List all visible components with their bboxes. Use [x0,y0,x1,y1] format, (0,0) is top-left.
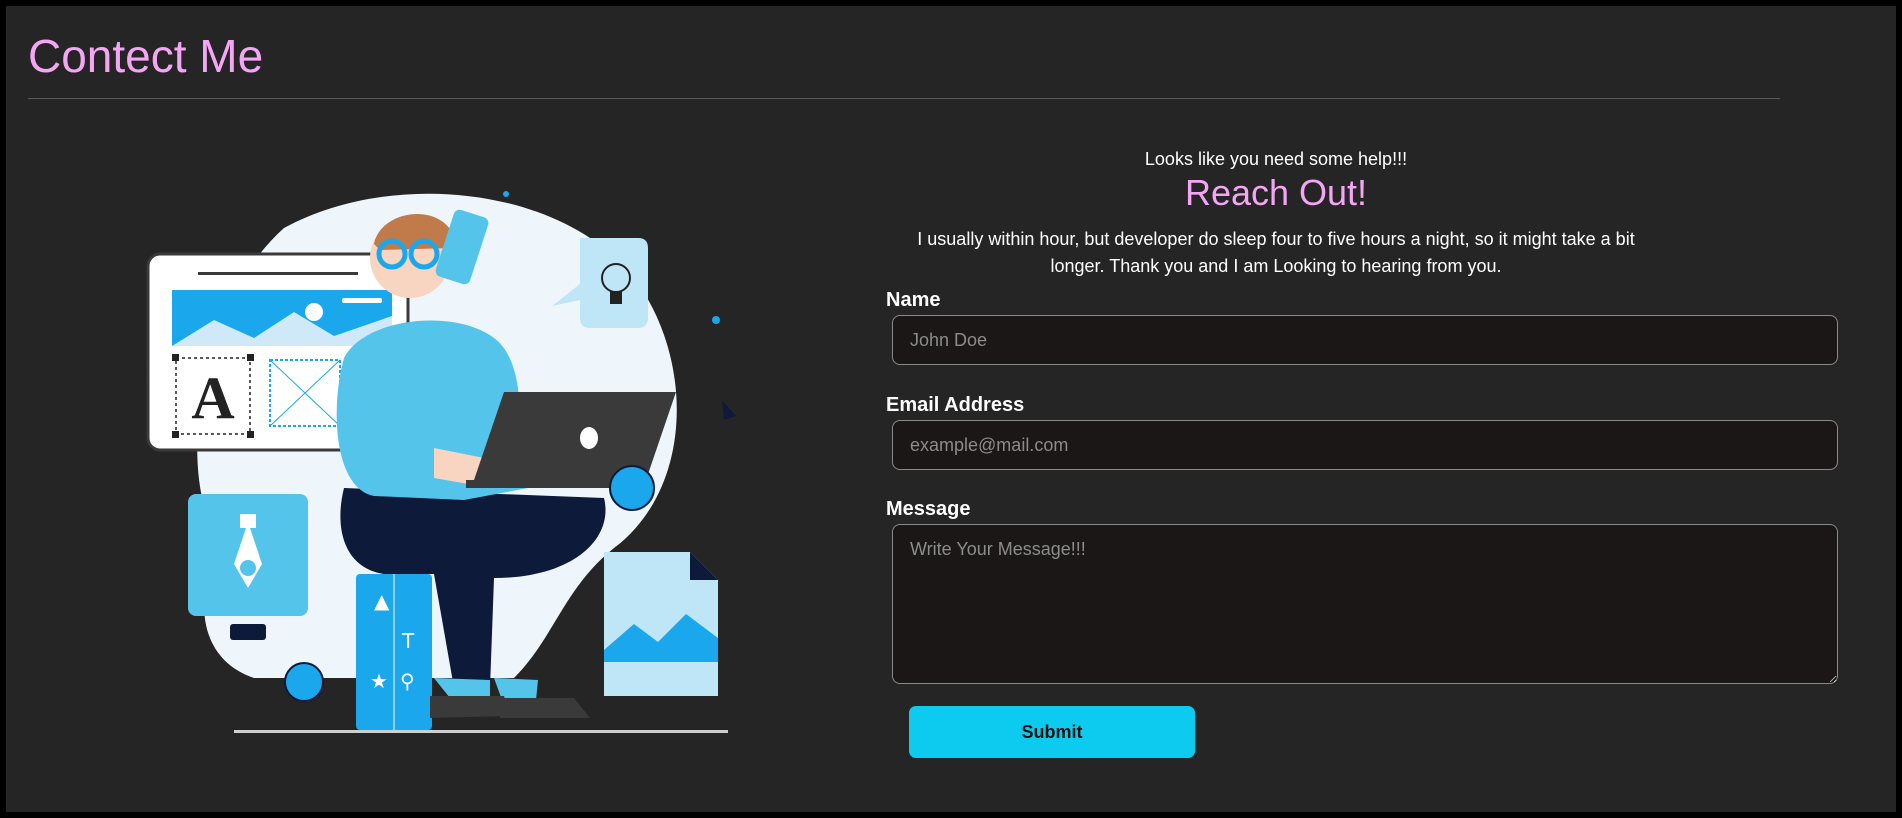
page-title: Contect Me [28,30,264,82]
title-divider [28,98,1780,99]
svg-text:⚲: ⚲ [400,669,415,693]
intro-block: Looks like you need some help!!! Reach O… [886,144,1666,280]
message-label: Message [886,498,971,520]
svg-text:▲: ▲ [374,589,390,613]
intro-note-line-2: longer. Thank you and I am Looking to he… [1050,256,1502,276]
intro-note-line-1: I usually within hour, but developer do … [917,229,1635,249]
contact-section: Contect Me A ▲ T ★ ⚲ Looks like you need… [6,6,1896,812]
laptop [474,392,676,480]
svg-text:★: ★ [370,669,388,693]
email-label: Email Address [886,394,1025,416]
letter-a-glyph: A [191,365,234,431]
intro-note: I usually within hour, but developer do … [886,226,1666,280]
designer-illustration: A ▲ T ★ ⚲ [146,191,736,733]
intro-headline: Reach Out! [1184,172,1368,213]
name-input[interactable] [892,315,1838,365]
submit-button[interactable]: Submit [909,706,1195,758]
message-textarea[interactable] [892,524,1838,684]
intro-tagline: Looks like you need some help!!! [1144,149,1408,169]
email-input[interactable] [892,420,1838,470]
ground-line [234,730,728,733]
svg-text:T: T [401,629,415,653]
name-label: Name [886,289,941,311]
